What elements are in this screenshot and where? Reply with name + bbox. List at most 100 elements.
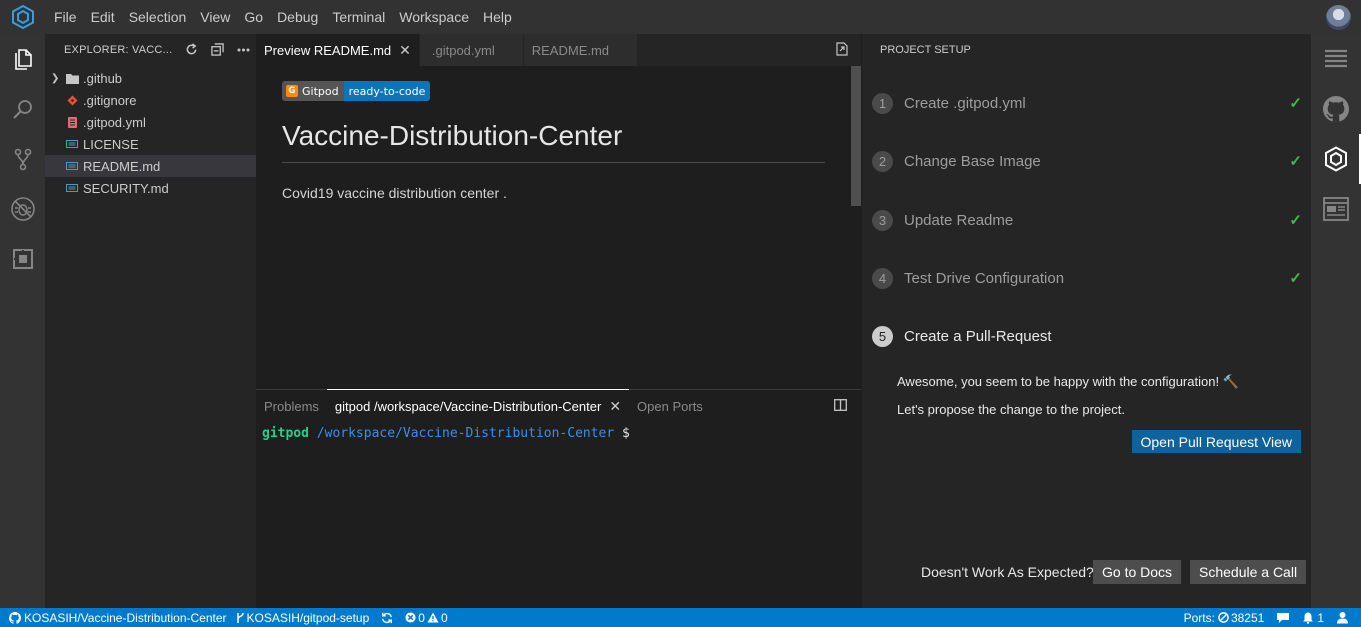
readme-heading: Vaccine-Distribution-Center [282,120,825,163]
step-label: Create a Pull-Request [904,327,1052,345]
tree-file-gitignore[interactable]: .gitignore [45,89,256,111]
setup-step-4[interactable]: 4 Test Drive Configuration ✓ [872,266,1302,290]
tab-label: Problems [264,398,319,414]
status-warning-count: 0 [440,610,448,625]
account-icon[interactable] [1336,611,1349,624]
status-bar: KOSASIH/Vaccine-Distribution-Center KOSA… [0,608,1361,627]
tab-preview-readme[interactable]: Preview README.md ✕ [256,34,419,66]
status-repo[interactable]: KOSASIH/Vaccine-Distribution-Center [9,611,227,625]
step-number: 2 [872,150,893,172]
status-bar-right: Ports: 38251 1 [1172,608,1349,627]
status-repo-label: KOSASIH/Vaccine-Distribution-Center [24,610,227,625]
outline-icon[interactable] [1311,34,1361,84]
panel-tabs: Problems gitpod /workspace/Vaccine-Distr… [256,389,861,422]
tab-label: gitpod /workspace/Vaccine-Distribution-C… [334,399,602,414]
tree-file-security[interactable]: SECURITY.md [45,177,256,199]
tab-problems[interactable]: Problems [256,390,327,422]
editor-scrollbar[interactable] [851,66,861,389]
debug-icon[interactable] [0,184,45,234]
refresh-icon[interactable] [178,43,204,56]
tab-label: Preview README.md [264,42,392,58]
tab-terminal[interactable]: gitpod /workspace/Vaccine-Distribution-C… [326,389,630,422]
status-branch[interactable]: KOSASIH/gitpod-setup [236,610,370,625]
menu-selection[interactable]: Selection [122,0,194,34]
yaml-file-icon [65,115,79,129]
tree-label: .gitignore [83,92,137,108]
setup-title: PROJECT SETUP [880,43,971,56]
status-error-count: 0 [418,610,425,625]
scrollbar-thumb[interactable] [851,66,861,206]
step-number: 3 [872,209,893,231]
tree-label: .github [83,70,123,86]
tree-label: README.md [83,158,161,174]
go-to-docs-button[interactable]: Go to Docs [1093,560,1182,584]
menu-terminal[interactable]: Terminal [325,0,392,34]
menu-file[interactable]: File [47,0,84,34]
setup-step-3[interactable]: 3 Update Readme ✓ [872,208,1302,232]
badge-left: G Gitpod [282,81,344,101]
menu-workspace[interactable]: Workspace [392,0,476,34]
text-file-icon [65,137,79,151]
status-ports[interactable]: Ports: 38251 [1184,611,1265,625]
collapse-all-icon[interactable] [204,43,230,56]
bell-icon [1303,612,1314,624]
activity-bar [0,34,45,608]
tab-open-ports[interactable]: Open Ports [629,390,711,422]
help-question: Doesn't Work As Expected? [921,564,1094,580]
tab-readme[interactable]: README.md [523,34,638,66]
folder-icon [65,71,79,85]
gitpod-badge[interactable]: G Gitpod ready-to-code [282,81,431,101]
markdown-file-icon [65,181,79,195]
explorer-icon[interactable] [0,34,45,84]
close-icon[interactable]: ✕ [399,42,411,59]
menu-debug[interactable]: Debug [270,0,325,34]
tree-label: .gitpod.yml [83,114,146,130]
tree-file-gitpod-yml[interactable]: .gitpod.yml [45,111,256,133]
source-control-icon[interactable] [0,134,45,184]
menu-view[interactable]: View [193,0,237,34]
branch-icon [236,612,244,623]
port-icon [1218,612,1229,623]
schedule-call-button[interactable]: Schedule a Call [1190,560,1307,584]
github-icon[interactable] [1311,84,1361,134]
step-number: 4 [872,267,893,289]
menu-go[interactable]: Go [237,0,270,34]
terminal-prompt: $ [622,426,630,441]
tree-file-readme[interactable]: README.md [45,155,256,177]
browser-preview-icon[interactable] [1311,184,1361,234]
status-problems[interactable]: 0 0 [405,610,448,625]
setup-step-1[interactable]: 1 Create .gitpod.yml ✓ [872,91,1302,115]
badge-right-text: ready-to-code [343,81,431,101]
step-label: Change Base Image [904,152,1041,170]
menu-edit[interactable]: Edit [84,0,122,34]
user-avatar[interactable] [1326,5,1351,30]
terminal-user: gitpod [262,426,309,441]
tree-file-license[interactable]: LICENSE [45,133,256,155]
more-actions-icon[interactable] [230,48,256,52]
close-icon[interactable]: ✕ [609,398,621,415]
file-tree: ❯ .github .gitignore .gitpod.yml LICENSE [45,67,256,199]
explorer-header: EXPLORER: VACC... [45,34,256,65]
gitpod-cube-icon[interactable] [1311,134,1361,184]
check-icon: ✓ [1289,95,1302,112]
setup-step-5[interactable]: 5 Create a Pull-Request [872,324,1302,348]
menu-help[interactable]: Help [476,0,519,34]
terminal-output[interactable]: gitpod /workspace/Vaccine-Distribution-C… [256,422,861,445]
explorer-sidebar: EXPLORER: VACC... ❯ .github .gitignore .… [45,34,256,608]
status-notifications[interactable]: 1 [1302,611,1324,625]
tab-label: README.md [531,42,610,58]
extensions-icon[interactable] [0,234,45,284]
terminal-path: /workspace/Vaccine-Distribution-Center [316,426,615,441]
gitpod-logo-icon[interactable] [0,0,45,34]
markdown-preview: G Gitpod ready-to-code Vaccine-Distribut… [256,66,851,389]
status-branch-label: KOSASIH/gitpod-setup [246,610,370,625]
sync-icon[interactable] [381,612,393,624]
setup-step-2[interactable]: 2 Change Base Image ✓ [872,149,1302,173]
toggle-panel-layout-icon[interactable] [834,399,847,414]
tab-gitpod-yml[interactable]: .gitpod.yml [419,34,523,66]
search-icon[interactable] [0,84,45,134]
open-source-icon[interactable] [835,42,849,56]
feedback-icon[interactable] [1276,612,1290,624]
open-pull-request-button[interactable]: Open Pull Request View [1131,430,1301,453]
tree-folder-github[interactable]: ❯ .github [45,67,256,89]
